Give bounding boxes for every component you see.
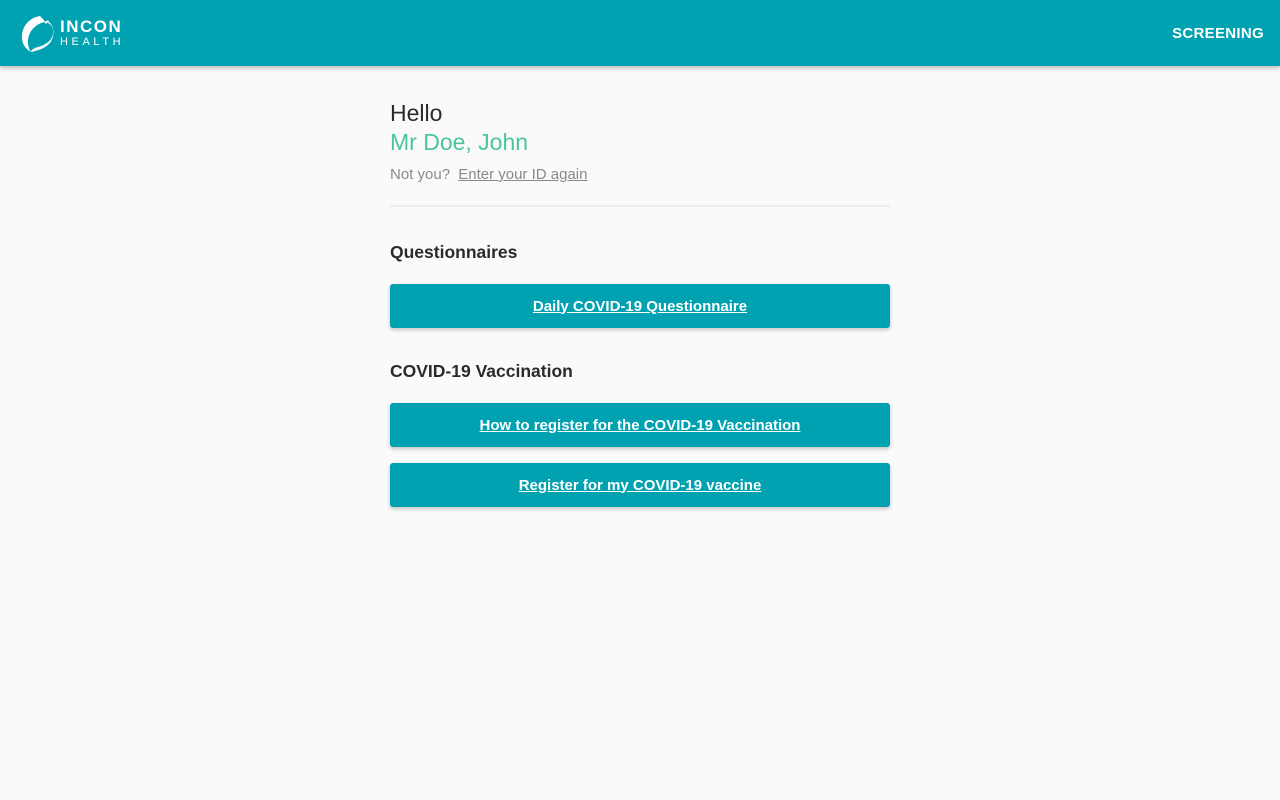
- top-app-bar: INCON HEALTH SCREENING: [0, 0, 1280, 66]
- logo-text-primary: INCON: [60, 17, 123, 36]
- greeting-heading: Hello: [390, 100, 443, 126]
- user-name: Mr Doe, John: [390, 129, 529, 155]
- section-divider: [390, 205, 890, 207]
- register-vaccine-button[interactable]: Register for my COVID-19 vaccine: [390, 463, 890, 507]
- vaccination-title: COVID-19 Vaccination: [390, 361, 573, 381]
- logo-text-secondary: HEALTH: [60, 36, 125, 48]
- bird-logo-icon: [21, 16, 54, 52]
- main-content: Hello Mr Doe, John Not you? Enter your I…: [390, 98, 890, 507]
- brand-logo[interactable]: INCON HEALTH: [18, 12, 124, 54]
- reenter-id-link[interactable]: Enter your ID again: [458, 166, 587, 183]
- not-you-text: Not you?: [390, 166, 451, 183]
- not-you-row: Not you? Enter your ID again: [390, 166, 890, 183]
- questionnaires-title: Questionnaires: [390, 242, 518, 262]
- how-to-register-button[interactable]: How to register for the COVID-19 Vaccina…: [390, 403, 890, 447]
- nav-screening-link[interactable]: SCREENING: [1172, 25, 1264, 42]
- daily-questionnaire-button[interactable]: Daily COVID-19 Questionnaire: [390, 284, 890, 328]
